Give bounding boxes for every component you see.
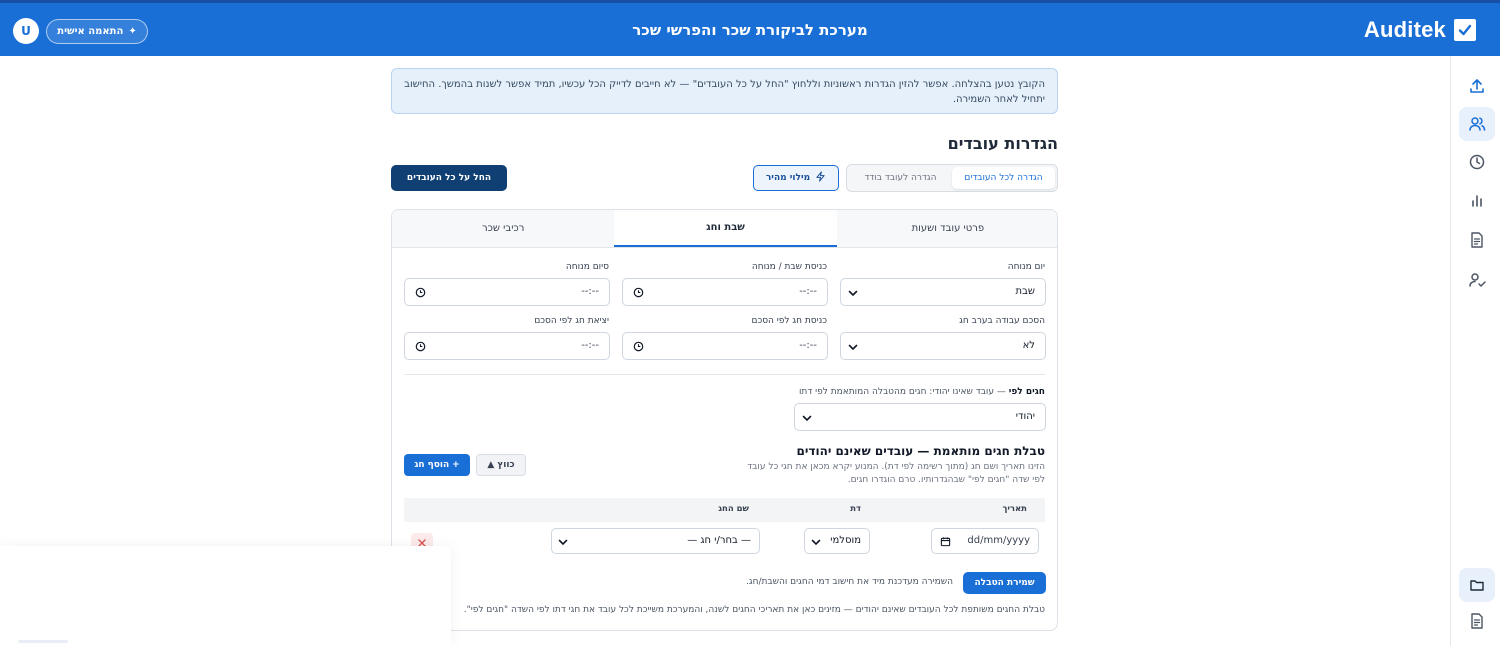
collapse-label: כווץ bbox=[497, 460, 515, 470]
chevron-down-icon bbox=[847, 287, 859, 302]
personalize-label: התאמה אישית bbox=[57, 26, 124, 37]
rest-end-label: סיום מנוחה bbox=[565, 262, 609, 272]
mode-all-employees[interactable]: הגדרה לכל העובדים bbox=[952, 167, 1055, 189]
column-date: תאריך bbox=[1002, 504, 1027, 514]
shabbat-entry-value: --:-- bbox=[799, 286, 817, 297]
clock-icon[interactable] bbox=[1459, 145, 1495, 179]
add-holiday-label: הוסף חג bbox=[414, 460, 450, 470]
chevron-down-icon bbox=[801, 412, 813, 427]
file-icon[interactable] bbox=[1459, 604, 1495, 638]
holidays-by-select[interactable]: יהודי bbox=[794, 403, 1046, 431]
clock-icon[interactable] bbox=[633, 341, 644, 355]
chevron-down-icon bbox=[810, 536, 822, 551]
table-header: תאריך דת שם החג bbox=[404, 498, 1045, 522]
tab-salary-components[interactable]: רכיבי שכר bbox=[392, 210, 614, 247]
folder-icon[interactable] bbox=[1459, 568, 1495, 602]
top-bar: Auditek מערכת לביקורת שכר והפרשי שכר U ✦… bbox=[0, 0, 1500, 56]
side-rail bbox=[1450, 56, 1500, 646]
settings-card: פרטי עובד ושעות שבת וחג רכיבי שכר יום מנ… bbox=[391, 209, 1058, 631]
shabbat-entry-label: כניסת שבת / מנוחה bbox=[751, 262, 827, 272]
bar-chart-icon[interactable] bbox=[1459, 184, 1495, 218]
plus-icon: + bbox=[452, 460, 460, 470]
tab-employee-details[interactable]: פרטי עובד ושעות bbox=[837, 210, 1057, 247]
add-holiday-button[interactable]: + הוסף חג bbox=[404, 454, 470, 476]
clock-icon[interactable] bbox=[633, 287, 644, 301]
calendar-icon[interactable] bbox=[940, 536, 951, 550]
holidays-by-label-rest: — עובד שאינו יהודי: חגים מהטבלה המותאמת … bbox=[798, 387, 1009, 397]
sparkle-icon: ✦ bbox=[128, 26, 137, 37]
holidays-by-value: יהודי bbox=[1015, 411, 1035, 422]
clock-icon[interactable] bbox=[415, 287, 426, 301]
user-check-icon[interactable] bbox=[1459, 263, 1495, 297]
chevron-down-icon bbox=[847, 341, 859, 356]
upload-icon[interactable] bbox=[1459, 69, 1495, 103]
eve-work-select[interactable]: לא bbox=[840, 332, 1046, 360]
success-alert: הקובץ נטען בהצלחה. אפשר להזין הגדרות ראש… bbox=[391, 68, 1058, 114]
apply-all-button[interactable]: החל על כל העובדים bbox=[391, 165, 507, 191]
clock-icon[interactable] bbox=[415, 341, 426, 355]
holiday-entry-time[interactable]: --:-- bbox=[622, 332, 828, 360]
holiday-exit-label: יציאת חג לפי הסכם bbox=[534, 316, 609, 326]
eve-work-value: לא bbox=[1022, 340, 1035, 351]
mode-single-employee[interactable]: הגדרה לעובד בודד bbox=[849, 167, 952, 189]
collapse-button[interactable]: כווץ ▲ bbox=[476, 454, 526, 476]
religion-value: מוסלמי bbox=[830, 535, 861, 546]
section-divider bbox=[404, 374, 1045, 375]
custom-holidays-description: הזינו תאריך ושם חג (מתוך רשימה לפי דת). … bbox=[747, 462, 1045, 485]
footer-note: טבלת החגים משותפת לכל העובדים שאינם יהוד… bbox=[463, 605, 1045, 615]
quick-fill-button[interactable]: מילוי מהיר bbox=[753, 165, 839, 191]
custom-holidays-title: טבלת חגים מותאמת — עובדים שאינם יהודים bbox=[796, 444, 1045, 458]
shabbat-entry-time[interactable]: --:-- bbox=[622, 278, 828, 306]
mode-toggle: הגדרה לכל העובדים הגדרה לעובד בודד bbox=[846, 164, 1058, 192]
religion-select[interactable]: מוסלמי bbox=[804, 528, 870, 554]
rest-day-value: שבת bbox=[1015, 286, 1035, 297]
overlay-divider bbox=[18, 640, 68, 643]
tab-shabbat-holiday[interactable]: שבת וחג bbox=[614, 210, 837, 247]
triangle-up-icon: ▲ bbox=[487, 460, 495, 470]
save-table-button[interactable]: שמירת הטבלה bbox=[963, 572, 1046, 594]
rest-end-time[interactable]: --:-- bbox=[404, 278, 610, 306]
personalize-button[interactable]: ✦ התאמה אישית bbox=[46, 19, 148, 44]
holiday-name-value: — בחר/י חג — bbox=[687, 535, 751, 546]
column-holiday-name: שם החג bbox=[718, 504, 749, 514]
page-title: הגדרות עובדים bbox=[947, 134, 1058, 153]
rest-day-select[interactable]: שבת bbox=[840, 278, 1046, 306]
eve-work-label: הסכם עבודה בערב חג bbox=[959, 316, 1045, 326]
holiday-exit-value: --:-- bbox=[581, 340, 599, 351]
rest-end-value: --:-- bbox=[581, 286, 599, 297]
app-title: מערכת לביקורת שכר והפרשי שכר bbox=[632, 21, 868, 39]
user-avatar[interactable]: U bbox=[13, 18, 39, 44]
settings-tabs: פרטי עובד ושעות שבת וחג רכיבי שכר bbox=[392, 210, 1057, 248]
holidays-by-label-bold: חגים לפי bbox=[1008, 387, 1045, 397]
column-religion: דת bbox=[850, 504, 861, 514]
lightning-icon bbox=[815, 171, 826, 185]
users-icon[interactable] bbox=[1459, 107, 1495, 141]
date-input[interactable]: dd/mm/yyyy bbox=[931, 528, 1039, 554]
document-icon[interactable] bbox=[1459, 223, 1495, 257]
chevron-down-icon bbox=[557, 536, 569, 551]
quick-fill-label: מילוי מהיר bbox=[765, 173, 811, 183]
holiday-name-select[interactable]: — בחר/י חג — bbox=[551, 528, 760, 554]
holiday-entry-value: --:-- bbox=[799, 340, 817, 351]
holiday-exit-time[interactable]: --:-- bbox=[404, 332, 610, 360]
holiday-entry-label: כניסת חג לפי הסכם bbox=[751, 316, 827, 326]
overlay-panel bbox=[0, 546, 451, 646]
save-note: השמירה מעדכנת מיד את חישוב דמי החגים והש… bbox=[746, 577, 953, 587]
rest-day-label: יום מנוחה bbox=[1007, 262, 1045, 272]
date-value: dd/mm/yyyy bbox=[967, 535, 1030, 546]
holidays-by-label: חגים לפי — עובד שאינו יהודי: חגים מהטבלה… bbox=[799, 387, 1045, 397]
